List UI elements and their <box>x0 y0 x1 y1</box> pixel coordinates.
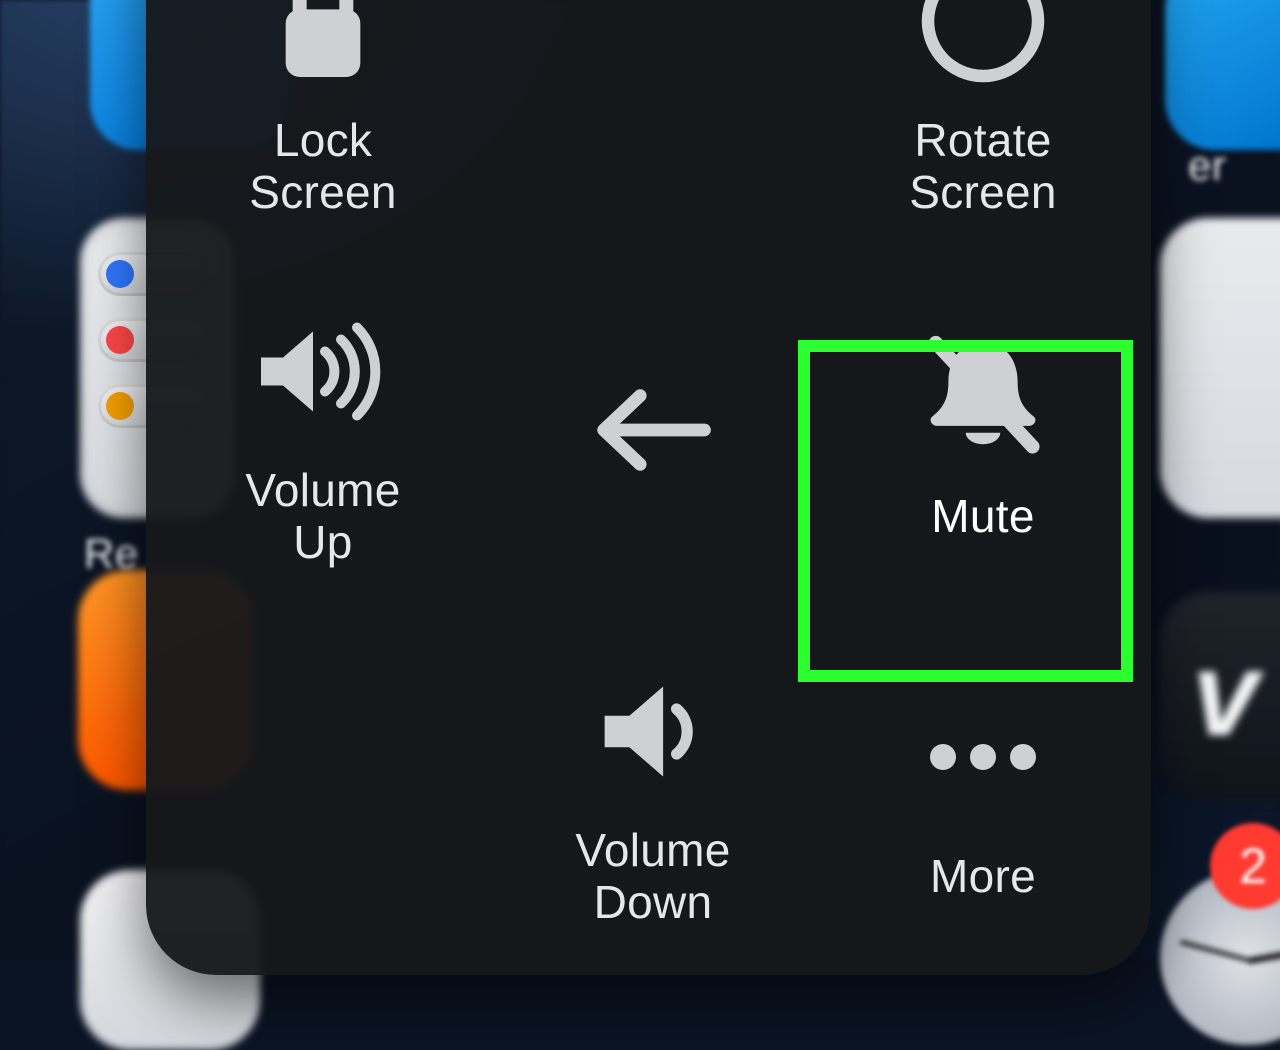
arrow-left-icon <box>573 350 733 510</box>
more-icon <box>903 677 1063 837</box>
rotate-screen-label: RotateScreen <box>909 115 1057 218</box>
assistivetouch-device-panel: LockScreen RotateScreen <box>146 0 1151 975</box>
badge-count: 2 <box>1239 837 1267 895</box>
volume-down-label: VolumeDown <box>575 825 730 928</box>
bell-mute-icon <box>903 317 1063 477</box>
volume-up-label: VolumeUp <box>245 465 400 568</box>
volume-up-button[interactable]: VolumeUp <box>158 255 488 605</box>
more-button[interactable]: More <box>818 615 1148 965</box>
lock-screen-label: LockScreen <box>249 115 397 218</box>
assistivetouch-grid: LockScreen RotateScreen <box>146 0 1151 975</box>
volume-down-icon <box>573 651 733 811</box>
volume-down-button[interactable]: VolumeDown <box>488 615 818 965</box>
bg-app-label: er <box>1188 142 1226 190</box>
more-label: More <box>930 851 1036 903</box>
volume-up-icon <box>243 291 403 451</box>
mute-button[interactable]: Mute <box>818 255 1148 605</box>
lock-icon <box>243 0 403 101</box>
bg-app-glyph: v <box>1192 625 1259 763</box>
rotate-icon <box>903 0 1063 101</box>
back-button[interactable] <box>488 255 818 605</box>
bg-app-icon <box>1165 0 1280 150</box>
mute-label: Mute <box>931 491 1034 543</box>
lock-screen-button[interactable]: LockScreen <box>158 0 488 255</box>
bg-app-label: Re <box>84 530 139 578</box>
bg-app-icon <box>1160 218 1280 518</box>
rotate-screen-button[interactable]: RotateScreen <box>818 0 1148 255</box>
